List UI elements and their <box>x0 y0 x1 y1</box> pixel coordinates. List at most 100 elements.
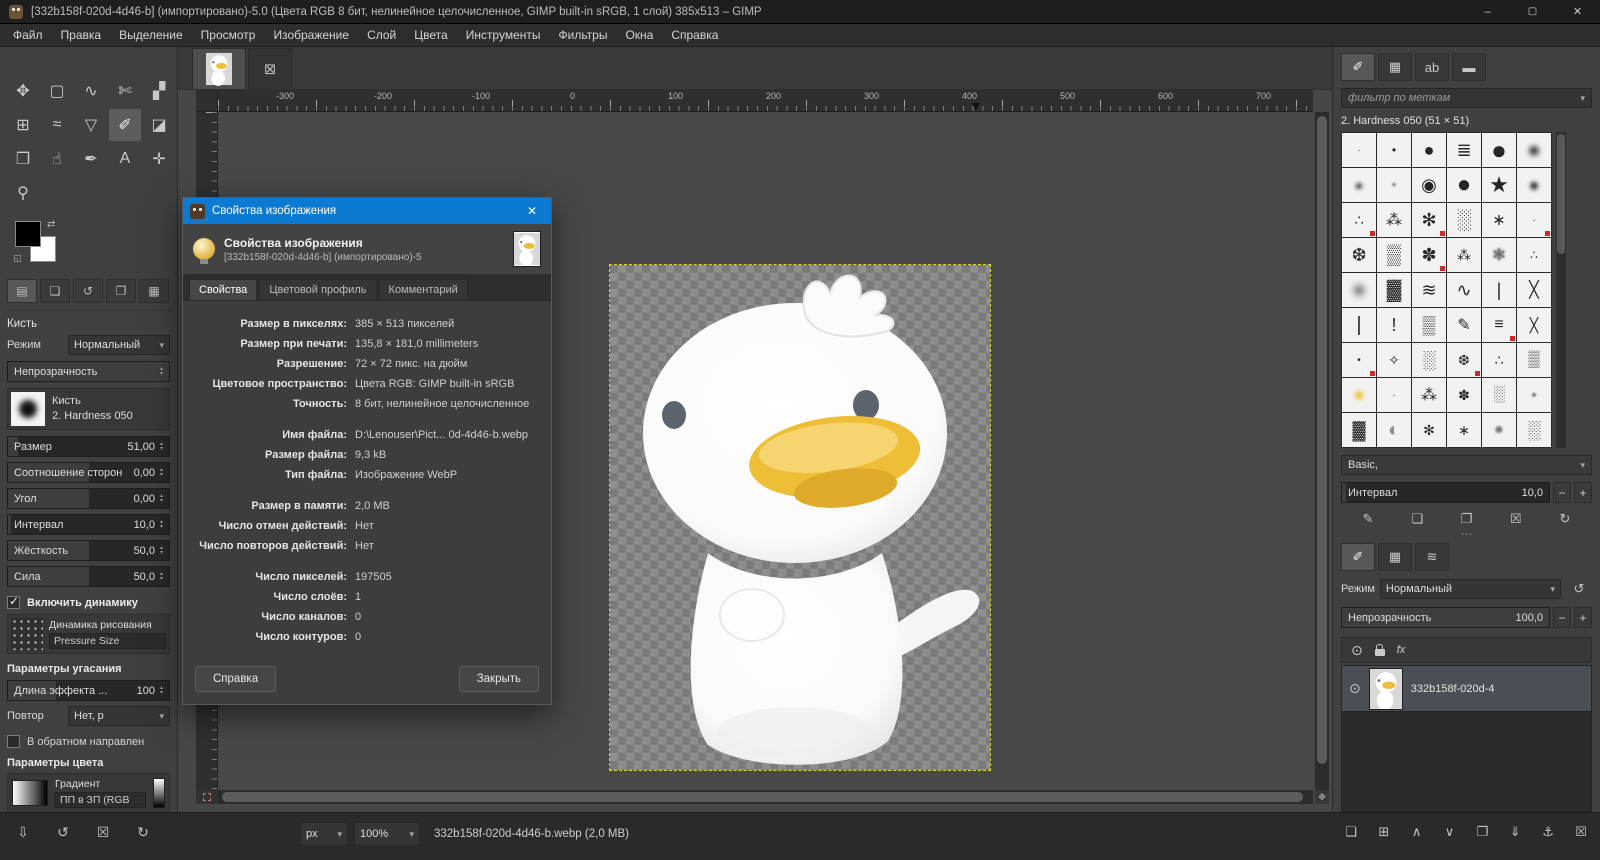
canvas-image[interactable] <box>610 265 990 770</box>
help-button[interactable]: Справка <box>195 666 276 692</box>
increment-button[interactable] <box>1574 482 1592 503</box>
menu-item[interactable]: Правка <box>52 25 111 45</box>
brush-thumb[interactable]: ✽ <box>1412 238 1446 272</box>
text-tool-icon[interactable]: A <box>109 143 141 175</box>
crop-tool-icon[interactable]: ▞ <box>143 75 175 107</box>
brush-thumb[interactable]: ≡ <box>1482 308 1516 342</box>
brush-thumb[interactable]: ╳ <box>1517 273 1551 307</box>
tool-option-slider[interactable]: Сила 50,0 <box>7 566 170 587</box>
brush-thumb[interactable]: ✻ <box>1482 238 1516 272</box>
brush-thumb[interactable]: • <box>1517 378 1551 412</box>
brush-thumb[interactable]: ⁂ <box>1447 238 1481 272</box>
undo-history-dock-icon[interactable]: ↺ <box>73 279 103 303</box>
smudge-tool-icon[interactable]: ☝ <box>41 143 73 175</box>
fonts-tab-icon[interactable]: ab <box>1415 53 1449 81</box>
spinner-icon[interactable] <box>160 520 163 530</box>
brush-thumb[interactable]: ◐ <box>1377 413 1411 447</box>
unified-transform-tool-icon[interactable]: ⊞ <box>7 109 39 141</box>
gradients-tab-icon[interactable]: ▬ <box>1452 53 1486 81</box>
scrollbar-thumb[interactable] <box>1557 134 1565 254</box>
visibility-eye-icon[interactable] <box>1351 642 1363 659</box>
warp-tool-icon[interactable]: ≈ <box>41 109 73 141</box>
layer-visibility-icon[interactable] <box>1349 680 1361 697</box>
increment-button[interactable] <box>1574 607 1592 628</box>
checkbox-checked-icon[interactable] <box>7 596 20 609</box>
navigation-button[interactable] <box>1315 790 1329 804</box>
scrollbar-thumb[interactable] <box>222 792 1303 802</box>
brush-thumb[interactable]: ✽ <box>1447 378 1481 412</box>
new-brush-icon[interactable]: ❏ <box>1404 508 1430 530</box>
brush-thumb[interactable]: ✻ <box>1412 203 1446 237</box>
brush-thumb[interactable]: ● <box>1447 168 1481 202</box>
dialog-tab[interactable]: Цветовой профиль <box>259 279 376 300</box>
switch-mode-group-icon[interactable] <box>1566 578 1592 600</box>
scrollbar-thumb[interactable] <box>1317 116 1327 764</box>
brush-thumb[interactable]: ● <box>1482 413 1516 447</box>
brush-thumb[interactable]: ▒ <box>1412 308 1446 342</box>
brush-thumb[interactable]: ✎ <box>1447 308 1481 342</box>
free-select-tool-icon[interactable]: ∿ <box>75 75 107 107</box>
delete-brush-icon[interactable]: ☒ <box>1503 508 1529 530</box>
mode-combo[interactable]: Нормальный <box>68 335 170 355</box>
brush-thumb[interactable]: ░ <box>1482 378 1516 412</box>
brush-thumb[interactable]: ❆ <box>1447 343 1481 377</box>
brush-thumb[interactable]: · <box>1517 203 1551 237</box>
dialog-tab[interactable]: Комментарий <box>379 279 468 300</box>
image-tab-active[interactable] <box>192 48 246 89</box>
brush-thumb[interactable]: ❆ <box>1342 238 1376 272</box>
maximize-button[interactable] <box>1510 0 1555 23</box>
spinner-icon[interactable] <box>160 546 163 556</box>
dialog-close-button[interactable]: ✕ <box>513 198 551 224</box>
brush-thumb[interactable]: ∗ <box>1447 413 1481 447</box>
brush-thumb[interactable]: | <box>1342 308 1376 342</box>
menu-item[interactable]: Просмотр <box>192 25 265 45</box>
brush-thumb[interactable]: ▒ <box>1377 238 1411 272</box>
brush-thumb[interactable]: ▒ <box>1517 343 1551 377</box>
brush-thumb[interactable]: ✻ <box>1412 413 1446 447</box>
brush-thumb[interactable]: • <box>1342 343 1376 377</box>
unit-combo[interactable]: px <box>300 822 348 846</box>
repeat-combo[interactable]: Нет, р <box>68 706 170 726</box>
color-picker-tool-icon[interactable]: ✛ <box>143 143 175 175</box>
reset-tool-options-icon[interactable]: ↻ <box>130 821 156 843</box>
menu-item[interactable]: Инструменты <box>457 25 550 45</box>
brush-thumb[interactable]: ∿ <box>1447 273 1481 307</box>
layer-mode-combo[interactable]: Нормальный <box>1380 579 1561 599</box>
brush-thumb[interactable]: ● <box>1517 168 1551 202</box>
channels-tab-icon[interactable]: ▦ <box>1378 543 1412 571</box>
brush-thumb[interactable]: ░ <box>1447 203 1481 237</box>
spinner-icon[interactable] <box>160 686 163 696</box>
minimize-button[interactable] <box>1465 0 1510 23</box>
tag-filter-input[interactable]: фильтр по меткам <box>1341 88 1592 108</box>
spinner-icon[interactable] <box>160 494 163 504</box>
edit-brush-icon[interactable]: ✎ <box>1355 508 1381 530</box>
brush-thumb[interactable]: ● <box>1342 378 1376 412</box>
save-tool-preset-icon[interactable]: ⇩ <box>10 821 36 843</box>
brush-selector[interactable]: Кисть 2. Hardness 050 <box>7 388 170 430</box>
default-colors-icon[interactable] <box>13 253 22 264</box>
swap-colors-icon[interactable] <box>47 219 55 230</box>
layer-opacity-slider[interactable]: Непрозрачность 100,0 <box>1341 607 1550 628</box>
restore-tool-preset-icon[interactable]: ↺ <box>50 821 76 843</box>
brush-thumb[interactable]: ● <box>1482 133 1516 167</box>
opacity-slider[interactable]: Непрозрачность <box>7 361 170 382</box>
decrement-button[interactable] <box>1553 607 1571 628</box>
brush-thumb[interactable]: ● <box>1517 133 1551 167</box>
brush-thumb[interactable]: • <box>1377 168 1411 202</box>
brush-thumb[interactable]: ╳ <box>1517 308 1551 342</box>
bucket-fill-tool-icon[interactable]: ▽ <box>75 109 107 141</box>
tool-options-dock-icon[interactable]: ▤ <box>7 279 37 303</box>
menu-item[interactable]: Справка <box>662 25 727 45</box>
vertical-scrollbar[interactable] <box>1315 112 1329 790</box>
refresh-brushes-icon[interactable]: ↻ <box>1552 508 1578 530</box>
layer-row-selected[interactable]: 332b158f-020d-4 <box>1342 666 1591 712</box>
pointer-dock-icon[interactable]: ▦ <box>139 279 169 303</box>
horizontal-scrollbar[interactable] <box>218 790 1313 804</box>
merge-down-icon[interactable]: ⇓ <box>1502 821 1528 843</box>
brush-thumb[interactable]: ★ <box>1482 168 1516 202</box>
brush-thumb[interactable]: • <box>1377 133 1411 167</box>
brush-thumb[interactable]: ⁂ <box>1412 378 1446 412</box>
spinner-icon[interactable] <box>160 468 163 478</box>
brush-thumb[interactable]: ● <box>1342 273 1376 307</box>
scissors-select-tool-icon[interactable]: ✄ <box>109 75 141 107</box>
